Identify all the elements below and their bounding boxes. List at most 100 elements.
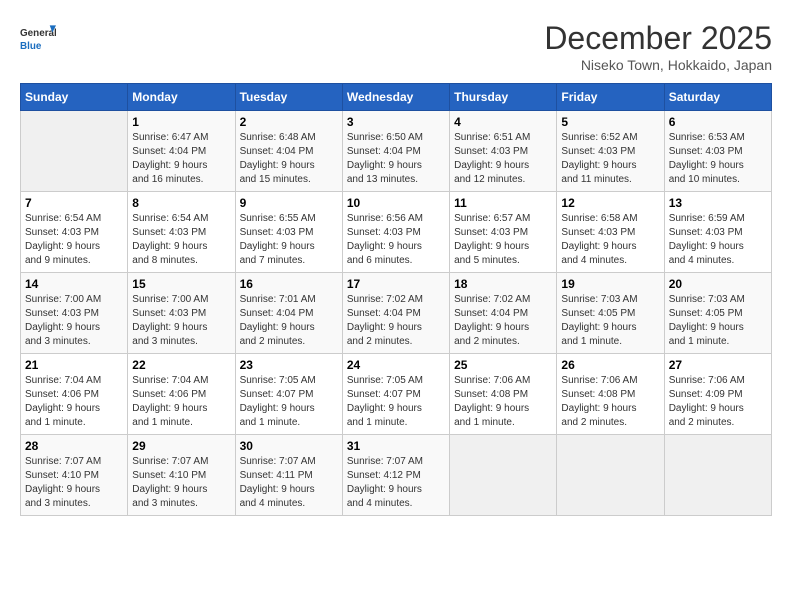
calendar-table: SundayMondayTuesdayWednesdayThursdayFrid… <box>20 83 772 516</box>
logo: General Blue <box>20 20 58 56</box>
day-info: Sunrise: 7:03 AM Sunset: 4:05 PM Dayligh… <box>669 293 767 349</box>
day-info: Sunrise: 7:06 AM Sunset: 4:09 PM Dayligh… <box>669 374 767 430</box>
day-info: Sunrise: 7:00 AM Sunset: 4:03 PM Dayligh… <box>132 293 230 349</box>
day-number: 30 <box>240 439 338 453</box>
day-info: Sunrise: 7:04 AM Sunset: 4:06 PM Dayligh… <box>25 374 123 430</box>
calendar-cell <box>557 435 664 516</box>
calendar-cell: 23 Sunrise: 7:05 AM Sunset: 4:07 PM Dayli… <box>235 354 342 435</box>
day-number: 17 <box>347 277 445 291</box>
day-number: 20 <box>669 277 767 291</box>
day-info: Sunrise: 6:59 AM Sunset: 4:03 PM Dayligh… <box>669 212 767 268</box>
day-info: Sunrise: 6:52 AM Sunset: 4:03 PM Dayligh… <box>561 131 659 187</box>
calendar-cell: 1 Sunrise: 6:47 AM Sunset: 4:04 PM Daylig… <box>128 111 235 192</box>
calendar-cell: 29 Sunrise: 7:07 AM Sunset: 4:10 PM Dayli… <box>128 435 235 516</box>
calendar-cell: 2 Sunrise: 6:48 AM Sunset: 4:04 PM Daylig… <box>235 111 342 192</box>
day-info: Sunrise: 7:05 AM Sunset: 4:07 PM Dayligh… <box>240 374 338 430</box>
day-number: 21 <box>25 358 123 372</box>
day-number: 1 <box>132 115 230 129</box>
calendar-cell: 17 Sunrise: 7:02 AM Sunset: 4:04 PM Dayli… <box>342 273 449 354</box>
calendar-week-row: 14 Sunrise: 7:00 AM Sunset: 4:03 PM Dayli… <box>21 273 772 354</box>
day-info: Sunrise: 7:07 AM Sunset: 4:10 PM Dayligh… <box>25 455 123 511</box>
calendar-cell: 11 Sunrise: 6:57 AM Sunset: 4:03 PM Dayli… <box>450 192 557 273</box>
svg-text:Blue: Blue <box>20 41 42 52</box>
day-number: 8 <box>132 196 230 210</box>
day-header-tuesday: Tuesday <box>235 84 342 111</box>
day-info: Sunrise: 6:54 AM Sunset: 4:03 PM Dayligh… <box>132 212 230 268</box>
day-info: Sunrise: 7:07 AM Sunset: 4:12 PM Dayligh… <box>347 455 445 511</box>
calendar-cell: 27 Sunrise: 7:06 AM Sunset: 4:09 PM Dayli… <box>664 354 771 435</box>
calendar-cell: 15 Sunrise: 7:00 AM Sunset: 4:03 PM Dayli… <box>128 273 235 354</box>
day-header-wednesday: Wednesday <box>342 84 449 111</box>
day-number: 4 <box>454 115 552 129</box>
day-info: Sunrise: 7:00 AM Sunset: 4:03 PM Dayligh… <box>25 293 123 349</box>
calendar-week-row: 21 Sunrise: 7:04 AM Sunset: 4:06 PM Dayli… <box>21 354 772 435</box>
day-number: 28 <box>25 439 123 453</box>
day-info: Sunrise: 7:05 AM Sunset: 4:07 PM Dayligh… <box>347 374 445 430</box>
calendar-cell: 20 Sunrise: 7:03 AM Sunset: 4:05 PM Dayli… <box>664 273 771 354</box>
day-info: Sunrise: 7:02 AM Sunset: 4:04 PM Dayligh… <box>347 293 445 349</box>
calendar-cell: 19Sunrise: 7:03 AM Sunset: 4:05 PM Dayli… <box>557 273 664 354</box>
day-number: 25 <box>454 358 552 372</box>
day-number: 24 <box>347 358 445 372</box>
day-number: 16 <box>240 277 338 291</box>
calendar-cell: 16 Sunrise: 7:01 AM Sunset: 4:04 PM Dayli… <box>235 273 342 354</box>
day-number: 6 <box>669 115 767 129</box>
calendar-week-row: 7 Sunrise: 6:54 AM Sunset: 4:03 PM Daylig… <box>21 192 772 273</box>
logo-icon: General Blue <box>20 20 56 56</box>
calendar-cell: 13 Sunrise: 6:59 AM Sunset: 4:03 PM Dayli… <box>664 192 771 273</box>
calendar-cell: 4 Sunrise: 6:51 AM Sunset: 4:03 PM Daylig… <box>450 111 557 192</box>
calendar-cell: 12Sunrise: 6:58 AM Sunset: 4:03 PM Dayli… <box>557 192 664 273</box>
day-info: Sunrise: 6:47 AM Sunset: 4:04 PM Dayligh… <box>132 131 230 187</box>
day-info: Sunrise: 6:53 AM Sunset: 4:03 PM Dayligh… <box>669 131 767 187</box>
day-number: 2 <box>240 115 338 129</box>
calendar-cell: 8 Sunrise: 6:54 AM Sunset: 4:03 PM Daylig… <box>128 192 235 273</box>
day-info: Sunrise: 7:03 AM Sunset: 4:05 PM Dayligh… <box>561 293 659 349</box>
day-number: 15 <box>132 277 230 291</box>
calendar-cell: 18Sunrise: 7:02 AM Sunset: 4:04 PM Dayli… <box>450 273 557 354</box>
calendar-cell: 28 Sunrise: 7:07 AM Sunset: 4:10 PM Dayli… <box>21 435 128 516</box>
day-number: 23 <box>240 358 338 372</box>
day-info: Sunrise: 7:07 AM Sunset: 4:10 PM Dayligh… <box>132 455 230 511</box>
calendar-header: SundayMondayTuesdayWednesdayThursdayFrid… <box>21 84 772 111</box>
day-header-friday: Friday <box>557 84 664 111</box>
day-number: 9 <box>240 196 338 210</box>
calendar-cell: 31 Sunrise: 7:07 AM Sunset: 4:12 PM Dayli… <box>342 435 449 516</box>
day-info: Sunrise: 7:02 AM Sunset: 4:04 PM Dayligh… <box>454 293 552 349</box>
calendar-cell <box>450 435 557 516</box>
calendar-week-row: 1 Sunrise: 6:47 AM Sunset: 4:04 PM Daylig… <box>21 111 772 192</box>
page-header: General Blue December 2025 Niseko Town, … <box>20 20 772 73</box>
day-number: 7 <box>25 196 123 210</box>
calendar-cell: 22 Sunrise: 7:04 AM Sunset: 4:06 PM Dayli… <box>128 354 235 435</box>
day-info: Sunrise: 6:57 AM Sunset: 4:03 PM Dayligh… <box>454 212 552 268</box>
calendar-cell: 3 Sunrise: 6:50 AM Sunset: 4:04 PM Daylig… <box>342 111 449 192</box>
day-info: Sunrise: 6:56 AM Sunset: 4:03 PM Dayligh… <box>347 212 445 268</box>
calendar-cell: 7Sunrise: 6:54 AM Sunset: 4:03 PM Daylig… <box>21 192 128 273</box>
day-number: 22 <box>132 358 230 372</box>
calendar-cell <box>21 111 128 192</box>
day-number: 29 <box>132 439 230 453</box>
day-number: 31 <box>347 439 445 453</box>
day-info: Sunrise: 6:51 AM Sunset: 4:03 PM Dayligh… <box>454 131 552 187</box>
calendar-cell: 9Sunrise: 6:55 AM Sunset: 4:03 PM Daylig… <box>235 192 342 273</box>
day-info: Sunrise: 6:50 AM Sunset: 4:04 PM Dayligh… <box>347 131 445 187</box>
calendar-week-row: 28 Sunrise: 7:07 AM Sunset: 4:10 PM Dayli… <box>21 435 772 516</box>
day-number: 3 <box>347 115 445 129</box>
svg-text:General: General <box>20 28 56 39</box>
day-header-thursday: Thursday <box>450 84 557 111</box>
day-info: Sunrise: 7:04 AM Sunset: 4:06 PM Dayligh… <box>132 374 230 430</box>
day-info: Sunrise: 7:01 AM Sunset: 4:04 PM Dayligh… <box>240 293 338 349</box>
location: Niseko Town, Hokkaido, Japan <box>544 57 772 73</box>
day-info: Sunrise: 7:06 AM Sunset: 4:08 PM Dayligh… <box>561 374 659 430</box>
calendar-cell: 26Sunrise: 7:06 AM Sunset: 4:08 PM Dayli… <box>557 354 664 435</box>
calendar-cell: 14 Sunrise: 7:00 AM Sunset: 4:03 PM Dayli… <box>21 273 128 354</box>
day-info: Sunrise: 6:48 AM Sunset: 4:04 PM Dayligh… <box>240 131 338 187</box>
day-number: 13 <box>669 196 767 210</box>
calendar-cell: 6 Sunrise: 6:53 AM Sunset: 4:03 PM Daylig… <box>664 111 771 192</box>
day-number: 27 <box>669 358 767 372</box>
calendar-cell: 25 Sunrise: 7:06 AM Sunset: 4:08 PM Dayli… <box>450 354 557 435</box>
day-info: Sunrise: 7:06 AM Sunset: 4:08 PM Dayligh… <box>454 374 552 430</box>
day-info: Sunrise: 7:07 AM Sunset: 4:11 PM Dayligh… <box>240 455 338 511</box>
title-section: December 2025 Niseko Town, Hokkaido, Jap… <box>544 20 772 73</box>
day-number: 11 <box>454 196 552 210</box>
day-number: 14 <box>25 277 123 291</box>
